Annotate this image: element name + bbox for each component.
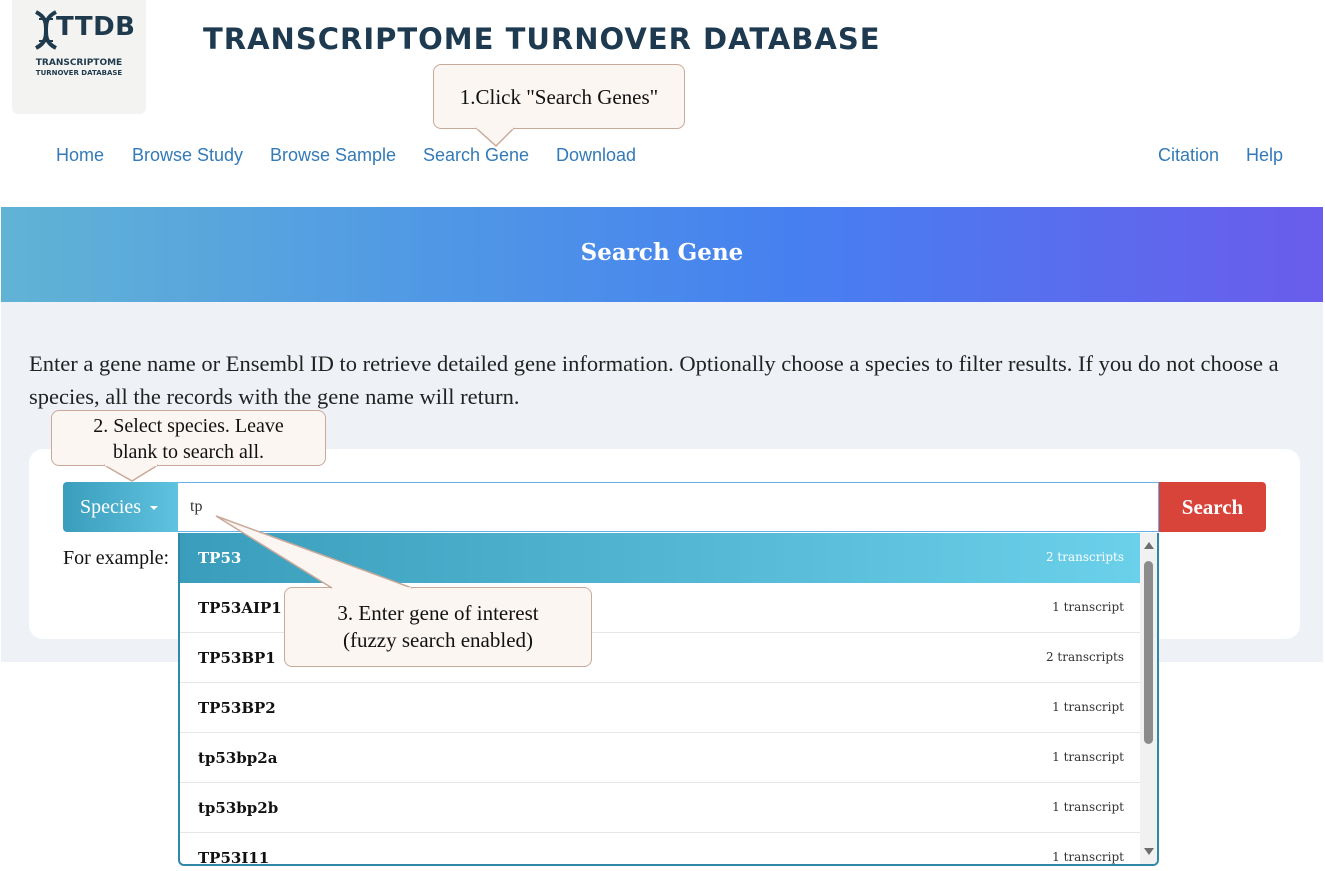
callout-step3: 3. Enter gene of interest (fuzzy search …	[284, 587, 592, 667]
site-logo[interactable]: TTDB TRANSCRIPTOME TURNOVER DATABASE	[12, 0, 146, 114]
logo-subtitle: TURNOVER DATABASE	[35, 69, 123, 77]
nav-browse-study[interactable]: Browse Study	[132, 145, 243, 166]
search-button[interactable]: Search	[1159, 482, 1266, 532]
suggestion-transcript-count: 1 transcript	[1052, 850, 1124, 864]
suggestion-gene-name: TP53AIP1	[198, 599, 282, 617]
suggestion-transcript-count: 1 transcript	[1052, 600, 1124, 614]
nav-citation[interactable]: Citation	[1158, 145, 1219, 166]
species-button-label: Species	[80, 496, 142, 518]
caret-down-icon	[150, 506, 159, 511]
suggestion-transcript-count: 2 transcripts	[1045, 650, 1124, 664]
suggestion-transcript-count: 1 transcript	[1052, 800, 1124, 814]
callout-step2-text: 2. Select species. Leave	[93, 415, 284, 437]
suggestion-gene-name: TP53I11	[198, 849, 270, 866]
nav-browse-sample[interactable]: Browse Sample	[270, 145, 396, 166]
scroll-down-arrow-icon[interactable]	[1144, 848, 1154, 855]
suggestion-gene-name: tp53bp2a	[198, 749, 278, 767]
nav-help[interactable]: Help	[1246, 145, 1283, 166]
site-title: TRANSCRIPTOME TURNOVER DATABASE	[203, 22, 881, 56]
callout-step1-pointer	[475, 126, 515, 148]
species-dropdown-button[interactable]: Species	[63, 482, 178, 532]
callout-step3-text: (fuzzy search enabled)	[342, 628, 534, 652]
suggestion-item[interactable]: tp53bp2a 1 transcript	[180, 733, 1142, 783]
logo-subtitle: TRANSCRIPTOME	[35, 58, 123, 68]
suggestion-gene-name: TP53BP2	[198, 699, 276, 717]
page-banner: Search Gene	[1, 207, 1323, 302]
callout-step2: 2. Select species. Leave blank to search…	[51, 410, 326, 466]
callout-step2-pointer	[103, 463, 159, 482]
nav-home[interactable]: Home	[56, 145, 104, 166]
dropdown-scrollbar[interactable]	[1140, 533, 1157, 864]
nav-download[interactable]: Download	[556, 145, 636, 166]
suggestion-item[interactable]: TP53BP2 1 transcript	[180, 683, 1142, 733]
suggestion-transcript-count: 1 transcript	[1052, 750, 1124, 764]
suggestion-transcript-count: 1 transcript	[1052, 700, 1124, 714]
callout-step1-text: 1.Click "Search Genes"	[459, 85, 659, 109]
suggestion-gene-name: TP53BP1	[198, 649, 276, 667]
callout-step2-text: blank to search all.	[112, 441, 265, 463]
suggestion-item[interactable]: TP53I11 1 transcript	[180, 833, 1142, 866]
logo-title: TTDB	[56, 12, 136, 42]
callout-step1: 1.Click "Search Genes"	[433, 64, 685, 129]
suggestion-transcript-count: 2 transcripts	[1045, 550, 1124, 564]
callout-step3-pointer	[215, 515, 413, 590]
page-title: Search Gene	[580, 239, 744, 266]
intro-text: Enter a gene name or Ensembl ID to retri…	[29, 351, 1279, 409]
for-example-label: For example:	[63, 547, 170, 569]
suggestion-gene-name: tp53bp2b	[198, 799, 279, 817]
scroll-up-arrow-icon[interactable]	[1144, 542, 1154, 549]
scrollbar-thumb[interactable]	[1144, 561, 1153, 744]
suggestion-item[interactable]: tp53bp2b 1 transcript	[180, 783, 1142, 833]
callout-step3-text: 3. Enter gene of interest	[337, 601, 539, 625]
